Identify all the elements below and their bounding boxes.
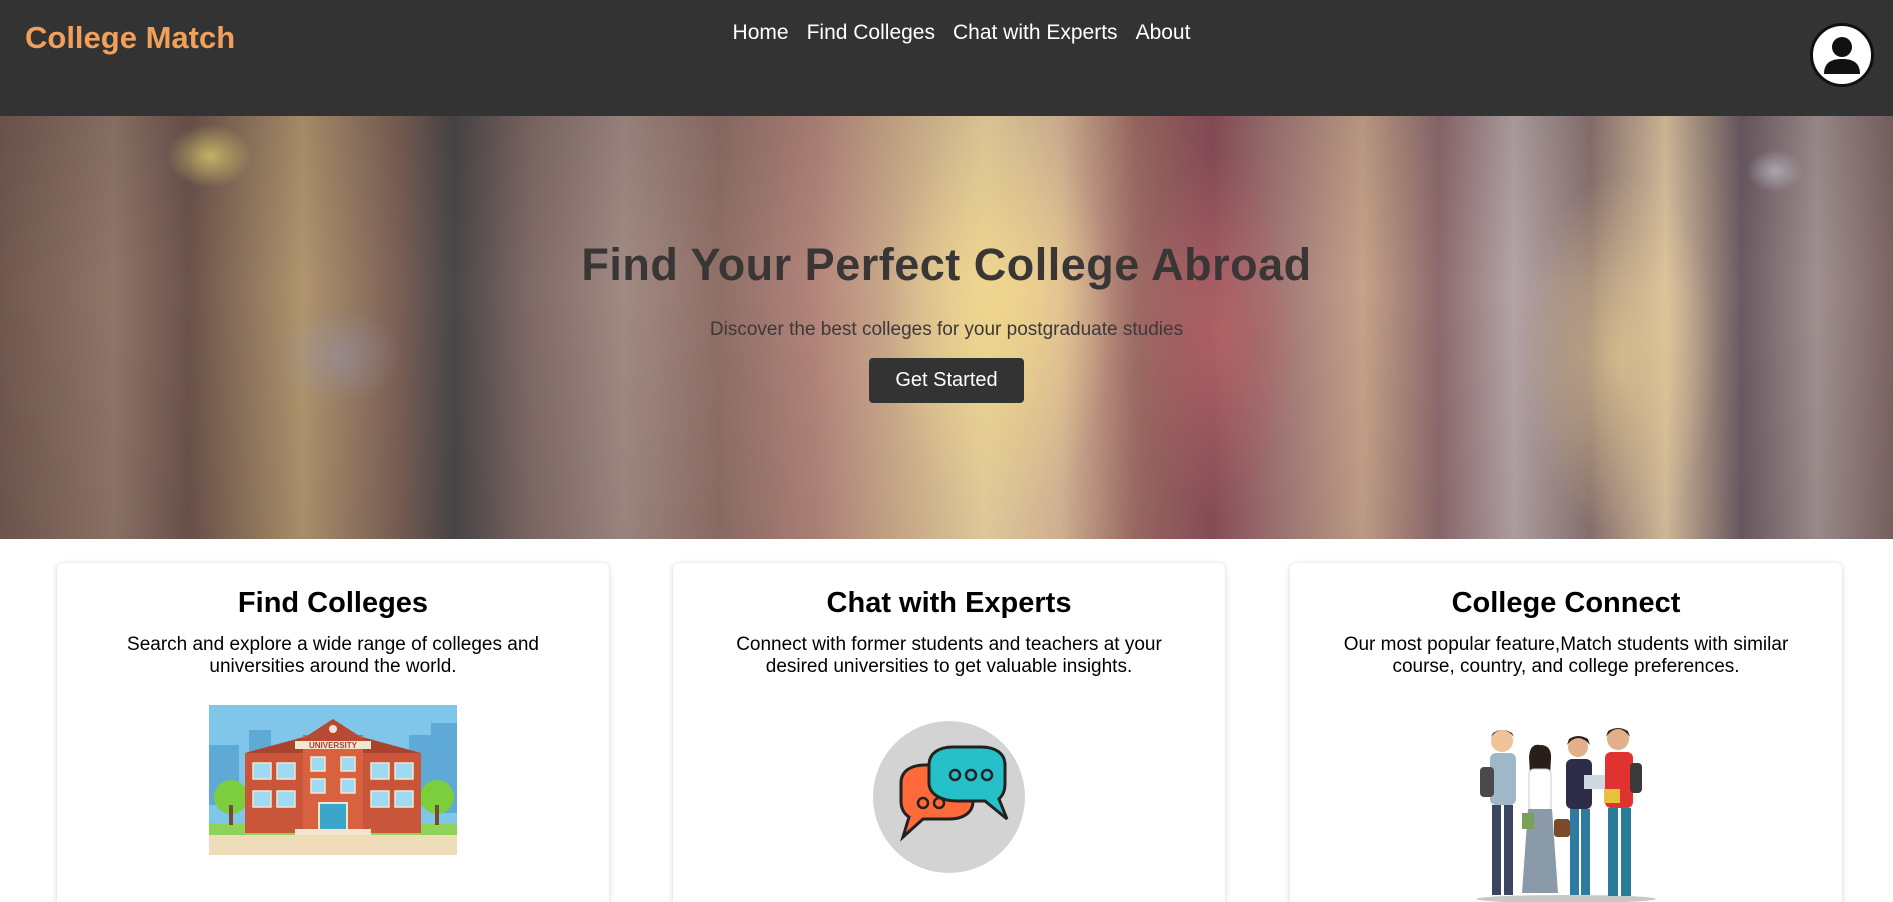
students-group-illustration bbox=[1476, 728, 1656, 902]
chat-bubbles-icon bbox=[873, 721, 1025, 873]
university-building-illustration: UNIVERSITY bbox=[209, 705, 457, 855]
hero-subtitle: Discover the best colleges for your post… bbox=[709, 319, 1184, 340]
navbar: College Match Home Find Colleges Chat wi… bbox=[0, 0, 1893, 116]
card-title: Chat with Experts bbox=[826, 587, 1072, 619]
nav-links: Home Find Colleges Chat with Experts Abo… bbox=[0, 21, 1893, 45]
card-title: Find Colleges bbox=[237, 587, 429, 619]
get-started-button[interactable]: Get Started bbox=[869, 358, 1024, 403]
user-avatar-icon bbox=[1824, 37, 1860, 74]
card-title: College Connect bbox=[1451, 587, 1681, 619]
card-description: Our most popular feature,Match students … bbox=[1343, 634, 1789, 677]
card-find-colleges[interactable]: Find Colleges Search and explore a wide … bbox=[57, 563, 609, 902]
profile-area bbox=[1778, 23, 1874, 87]
card-description: Connect with former students and teacher… bbox=[736, 634, 1162, 677]
hero-title: Find Your Perfect College Abroad bbox=[581, 239, 1312, 290]
nav-link-home[interactable]: Home bbox=[724, 21, 798, 45]
university-sign-text: UNIVERSITY bbox=[309, 741, 358, 750]
hero-section: Find Your Perfect College Abroad Discove… bbox=[0, 116, 1893, 539]
nav-link-about[interactable]: About bbox=[1127, 21, 1200, 45]
nav-link-find-colleges[interactable]: Find Colleges bbox=[798, 21, 944, 45]
nav-link-chat-with-experts[interactable]: Chat with Experts bbox=[944, 21, 1127, 45]
hero-content: Find Your Perfect College Abroad Discove… bbox=[0, 239, 1893, 403]
card-college-connect[interactable]: College Connect Our most popular feature… bbox=[1290, 563, 1842, 902]
card-description: Search and explore a wide range of colle… bbox=[127, 634, 539, 677]
card-chat-with-experts[interactable]: Chat with Experts Connect with former st… bbox=[673, 563, 1225, 902]
profile-avatar-button[interactable] bbox=[1810, 23, 1874, 87]
feature-cards: Find Colleges Search and explore a wide … bbox=[0, 539, 1893, 902]
